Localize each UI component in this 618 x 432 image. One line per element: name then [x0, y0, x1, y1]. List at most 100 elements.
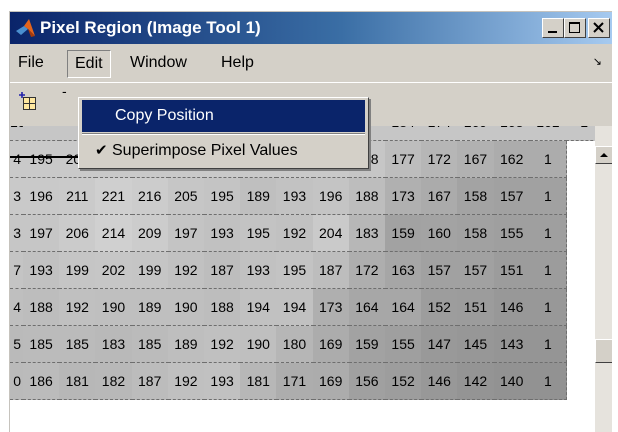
pixel-cell[interactable]: 171: [276, 363, 314, 400]
pixel-cell[interactable]: 177: [385, 141, 423, 178]
pixel-cell[interactable]: 195: [276, 252, 314, 289]
pixel-cell[interactable]: 192: [276, 215, 314, 252]
pixel-cell[interactable]: 189: [167, 326, 205, 363]
pixel-cell[interactable]: 216: [131, 178, 169, 215]
pixel-cell[interactable]: 205: [167, 178, 205, 215]
pixel-cell[interactable]: 147: [421, 326, 459, 363]
close-button[interactable]: [588, 18, 610, 38]
pixel-cell[interactable]: 0: [10, 363, 24, 400]
pixel-cell[interactable]: 211: [59, 178, 97, 215]
pixel-cell[interactable]: 196: [312, 178, 350, 215]
pixel-cell[interactable]: 193: [23, 252, 61, 289]
vertical-scrollbar[interactable]: [595, 126, 612, 432]
minimize-button[interactable]: [542, 18, 564, 38]
dock-arrow-icon[interactable]: ↘: [593, 55, 602, 68]
pixel-cell[interactable]: 195: [204, 178, 242, 215]
pixel-cell[interactable]: 209: [131, 215, 169, 252]
pixel-cell[interactable]: 167: [421, 178, 459, 215]
pixel-cell[interactable]: 1: [529, 326, 567, 363]
pixel-cell[interactable]: 181: [240, 363, 278, 400]
pixel-cell[interactable]: 183: [95, 326, 133, 363]
pixel-cell[interactable]: 185: [59, 326, 97, 363]
pixel-cell[interactable]: 164: [348, 289, 386, 326]
pixel-cell[interactable]: 173: [385, 178, 423, 215]
pixel-cell[interactable]: 192: [167, 363, 205, 400]
scroll-up-button[interactable]: [595, 146, 612, 164]
pixel-cell[interactable]: 193: [204, 215, 242, 252]
pixel-cell[interactable]: 164: [385, 289, 423, 326]
zoom-out-icon[interactable]: -: [62, 83, 67, 99]
pixel-cell[interactable]: 157: [457, 252, 495, 289]
pixel-cell[interactable]: 188: [23, 289, 61, 326]
pixel-cell[interactable]: 160: [421, 215, 459, 252]
pixel-cell[interactable]: 185: [23, 326, 61, 363]
pixel-cell[interactable]: [23, 126, 61, 141]
pixel-cell[interactable]: 4: [10, 141, 24, 178]
menu-help[interactable]: Help: [214, 50, 261, 75]
pixel-cell[interactable]: 146: [421, 363, 459, 400]
pixel-cell[interactable]: 151: [493, 252, 531, 289]
pixel-cell[interactable]: 168: [493, 126, 531, 141]
pixel-cell[interactable]: 196: [23, 178, 61, 215]
pixel-cell[interactable]: 193: [276, 178, 314, 215]
pixel-cell[interactable]: 206: [59, 215, 97, 252]
pixel-cell[interactable]: 145: [457, 326, 495, 363]
pixel-cell[interactable]: 199: [131, 252, 169, 289]
pixel-cell[interactable]: 184: [385, 126, 423, 141]
pixel-cell[interactable]: 193: [204, 363, 242, 400]
pixel-cell[interactable]: 152: [421, 289, 459, 326]
pixel-cell[interactable]: 146: [493, 289, 531, 326]
pixel-cell[interactable]: 158: [457, 215, 495, 252]
pixel-cell[interactable]: 1: [529, 252, 567, 289]
pixel-cell[interactable]: 195: [240, 215, 278, 252]
pixel-cell[interactable]: 172: [421, 141, 459, 178]
pixel-cell[interactable]: 182: [95, 363, 133, 400]
pixel-cell[interactable]: 1: [566, 126, 595, 141]
pixel-cell[interactable]: 161: [529, 126, 567, 141]
pixel-cell[interactable]: 162: [493, 141, 531, 178]
pixel-cell[interactable]: 202: [95, 252, 133, 289]
pixel-cell[interactable]: 221: [95, 178, 133, 215]
pixel-cell[interactable]: 1: [529, 215, 567, 252]
maximize-button[interactable]: [564, 18, 586, 38]
pixel-cell[interactable]: 197: [23, 215, 61, 252]
pixel-cell[interactable]: 172: [348, 252, 386, 289]
pixel-cell[interactable]: 214: [95, 215, 133, 252]
pixel-cell[interactable]: 194: [276, 289, 314, 326]
pixel-cell[interactable]: 180: [276, 326, 314, 363]
pixel-cell[interactable]: 7: [10, 252, 24, 289]
pixel-cell[interactable]: 169: [312, 363, 350, 400]
pixel-cell[interactable]: 155: [385, 326, 423, 363]
pixel-cell[interactable]: 156: [348, 363, 386, 400]
pixel-cell[interactable]: 157: [421, 252, 459, 289]
pixel-cell[interactable]: 189: [131, 289, 169, 326]
pixel-cell[interactable]: 181: [59, 363, 97, 400]
pixel-cell[interactable]: 1: [529, 363, 567, 400]
pixel-cell[interactable]: 152: [385, 363, 423, 400]
pixel-cell[interactable]: 204: [312, 215, 350, 252]
title-bar[interactable]: Pixel Region (Image Tool 1): [10, 12, 612, 44]
pixel-cell[interactable]: 173: [312, 289, 350, 326]
pixel-cell[interactable]: 194: [240, 289, 278, 326]
pixel-cell[interactable]: 140: [493, 363, 531, 400]
pixel-cell[interactable]: 188: [348, 178, 386, 215]
pixel-cell[interactable]: 3: [10, 215, 24, 252]
pixel-cell[interactable]: 195: [10, 126, 24, 141]
pixel-cell[interactable]: 185: [131, 326, 169, 363]
pixel-cell[interactable]: 188: [204, 289, 242, 326]
pixel-cell[interactable]: 159: [348, 326, 386, 363]
pixel-cell[interactable]: 183: [348, 215, 386, 252]
pixel-cell[interactable]: 190: [95, 289, 133, 326]
pixel-cell[interactable]: 193: [240, 252, 278, 289]
scrollbar-thumb[interactable]: [595, 339, 612, 363]
pixel-cell[interactable]: 159: [385, 215, 423, 252]
pixel-cell[interactable]: 187: [312, 252, 350, 289]
copy-position-item[interactable]: Copy Position: [82, 100, 365, 132]
pixel-cell[interactable]: 195: [23, 141, 61, 178]
menu-window[interactable]: Window: [123, 50, 194, 75]
pixel-cell[interactable]: 189: [240, 178, 278, 215]
pixel-cell[interactable]: 151: [457, 289, 495, 326]
pixel-cell[interactable]: 4: [10, 289, 24, 326]
menu-file[interactable]: File: [11, 50, 51, 75]
pixel-cell[interactable]: 190: [240, 326, 278, 363]
